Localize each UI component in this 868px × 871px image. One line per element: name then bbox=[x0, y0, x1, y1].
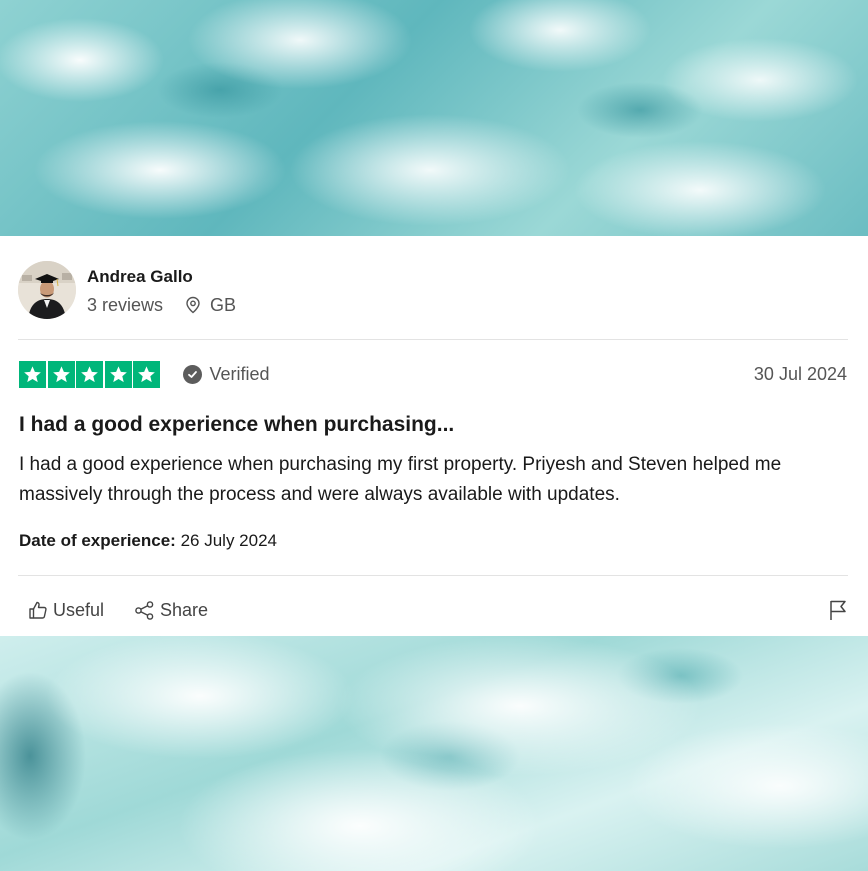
star-icon bbox=[19, 361, 46, 388]
avatar-photo bbox=[18, 261, 76, 319]
experience-date: 26 July 2024 bbox=[180, 531, 277, 550]
background-water-top bbox=[0, 0, 868, 236]
avatar[interactable] bbox=[18, 261, 76, 319]
review-body: I had a good experience when purchasing … bbox=[19, 454, 782, 505]
star-icon bbox=[133, 361, 160, 388]
useful-button[interactable]: Useful bbox=[28, 600, 104, 621]
reviews-count: 3 reviews bbox=[87, 294, 164, 315]
share-label: Share bbox=[160, 599, 209, 620]
verified-badge[interactable]: Verified bbox=[182, 364, 270, 385]
review-date: 30 Jul 2024 bbox=[753, 364, 847, 384]
verified-check-icon bbox=[182, 365, 202, 384]
date-of-experience: Date of experience: 26 July 2024 bbox=[19, 530, 277, 552]
thumbs-up-icon bbox=[29, 601, 47, 619]
rating-row: Verified 30 Jul 2024 bbox=[19, 361, 847, 388]
star-icon bbox=[76, 361, 103, 388]
background-water-bottom bbox=[0, 636, 868, 871]
star-icon bbox=[104, 361, 132, 388]
report-flag-button[interactable] bbox=[828, 599, 848, 621]
share-icon bbox=[135, 600, 154, 620]
star-rating bbox=[19, 361, 162, 388]
location-pin-icon bbox=[186, 296, 200, 313]
share-button[interactable]: Share bbox=[134, 600, 208, 621]
reviewer-name[interactable]: Andrea Gallo bbox=[87, 266, 236, 288]
review-page: Andrea Gallo 3 reviews GB Verified 30 Ju… bbox=[0, 0, 868, 871]
experience-label: Date of experience: bbox=[19, 531, 176, 550]
useful-label: Useful bbox=[53, 599, 105, 620]
verified-label: Verified bbox=[209, 364, 270, 384]
reviewer-location: GB bbox=[184, 294, 236, 316]
star-icon bbox=[47, 361, 75, 388]
reviewer-header: Andrea Gallo 3 reviews GB bbox=[18, 261, 236, 319]
reviewer-info: Andrea Gallo 3 reviews GB bbox=[87, 265, 236, 316]
review-card: Andrea Gallo 3 reviews GB Verified 30 Ju… bbox=[0, 236, 868, 636]
divider bbox=[18, 575, 848, 576]
reviewer-meta: 3 reviews GB bbox=[87, 294, 236, 316]
reviewer-country: GB bbox=[210, 294, 237, 315]
flag-icon bbox=[830, 600, 846, 620]
divider bbox=[18, 339, 848, 340]
review-actions: Useful Share bbox=[28, 598, 848, 622]
review-title[interactable]: I had a good experience when purchasing.… bbox=[19, 412, 454, 438]
